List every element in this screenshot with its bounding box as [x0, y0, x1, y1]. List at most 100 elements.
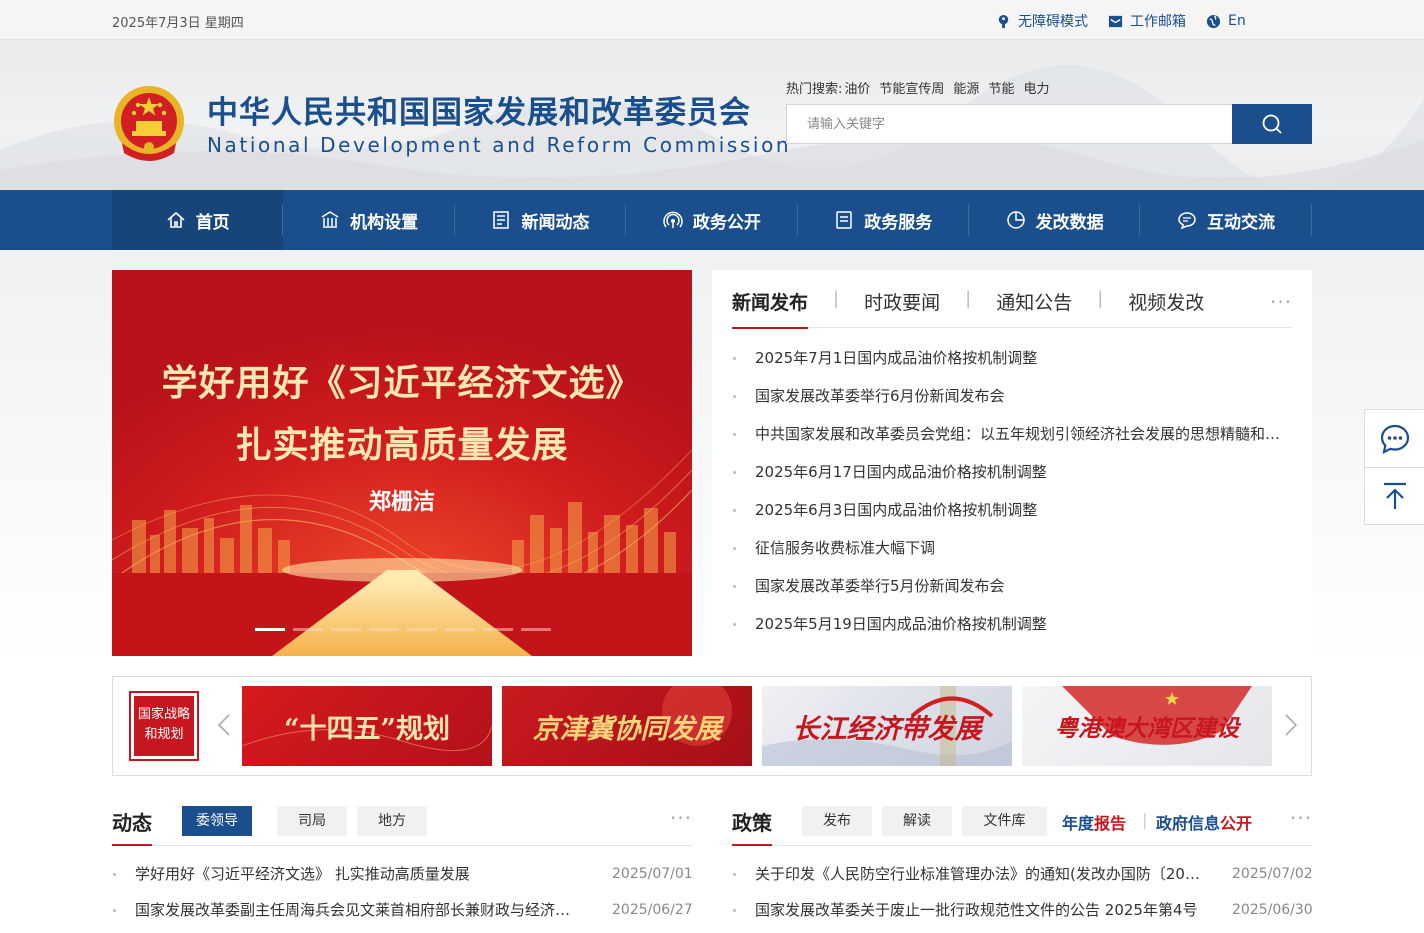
institution-icon: [321, 211, 339, 228]
pill-local[interactable]: 地方: [357, 806, 427, 836]
work-mail-label: 工作邮箱: [1130, 14, 1186, 30]
banner-dot-4[interactable]: [369, 628, 399, 631]
nav-item-news[interactable]: 新闻动态: [455, 190, 627, 250]
hot-term-energy-week[interactable]: 节能宣传周: [879, 78, 944, 97]
dynamics-list: 学好用好《习近平经济文选》 扎实推动高质量发展 2025/07/01 国家发展改革…: [112, 858, 693, 930]
chat-icon: [1178, 212, 1196, 230]
main-nav: 首页 机构设置 新闻动态 政务公开 政务服务 发改数据 互动交流: [0, 190, 1424, 250]
pill-releases[interactable]: 发布: [802, 806, 872, 836]
banner-dot-8[interactable]: [521, 628, 551, 631]
list-item-date: 2025/07/01: [612, 866, 693, 882]
news-tabs: 新闻发布 | 时政要闻 | 通知公告 | 视频发改: [732, 288, 1292, 329]
strategy-card-label: 京津冀协同发展: [532, 713, 722, 745]
list-item[interactable]: 国家发展改革委举行5月份新闻发布会: [732, 568, 1292, 606]
pie-chart-icon: [1006, 211, 1025, 229]
current-date: 2025年7月3日 星期四: [112, 16, 244, 31]
accessibility-icon: [998, 14, 1009, 28]
back-to-top-button[interactable]: [1365, 467, 1424, 524]
news-more-link[interactable]: ···: [1270, 290, 1292, 314]
dynamics-section: 动态 委领导 司局 地方 ··· 学好用好《习近平经济文选》 扎实推动高质量发展…: [112, 806, 693, 933]
banner-author: 郑栅洁: [368, 490, 435, 515]
dynamics-more-link[interactable]: ···: [670, 806, 692, 830]
list-item[interactable]: 2025年5月19日国内成品油价格按机制调整: [732, 606, 1292, 644]
banner-dot-6[interactable]: [445, 628, 475, 631]
search-icon: [1262, 114, 1282, 134]
nav-item-home[interactable]: 首页: [112, 190, 284, 250]
top-utility-bar: 2025年7月3日 星期四 无障碍模式 工作邮箱 En: [0, 0, 1424, 40]
pill-document-library[interactable]: 文件库: [962, 806, 1047, 836]
list-item[interactable]: 关于印发《人民防空行业标准管理办法》的通知(发改办国防〔2025〕541号) 20…: [732, 858, 1313, 894]
home-icon: [167, 211, 185, 228]
broadcast-icon: [663, 211, 683, 228]
strategy-card-jingjinji[interactable]: 京津冀协同发展: [502, 686, 752, 766]
pill-interpretations[interactable]: 解读: [882, 806, 952, 836]
hot-term-energy[interactable]: 能源: [953, 78, 979, 97]
search-button[interactable]: [1232, 104, 1312, 144]
floating-toolbar: [1364, 409, 1424, 525]
national-emblem[interactable]: [112, 83, 186, 163]
list-item[interactable]: 2025年6月17日国内成品油价格按机制调整: [732, 454, 1292, 492]
strategy-card-yangtze[interactable]: 长江经济带发展: [762, 686, 1012, 766]
work-mail-link[interactable]: 工作邮箱: [1108, 11, 1186, 31]
banner-pagination: [255, 628, 559, 631]
list-item[interactable]: 2025年6月3日国内成品油价格按机制调整: [732, 492, 1292, 530]
pill-departments[interactable]: 司局: [277, 806, 347, 836]
nav-label: 机构设置: [350, 212, 419, 233]
chevron-left-icon[interactable]: [217, 713, 231, 737]
policy-list: 关于印发《人民防空行业标准管理办法》的通知(发改办国防〔2025〕541号) 20…: [732, 858, 1313, 930]
tab-press-release[interactable]: 新闻发布: [732, 288, 809, 329]
list-item-date: 2025/06/27: [612, 902, 693, 918]
list-item[interactable]: 国家发展改革委副主任周海兵会见文莱首相府部长兼财政与经济部第二部长刘光明2025…: [112, 894, 693, 930]
nav-item-government-affairs[interactable]: 政务公开: [626, 190, 798, 250]
online-chat-button[interactable]: [1365, 410, 1424, 467]
list-item[interactable]: 学好用好《习近平经济文选》 扎实推动高质量发展 2025/07/01: [112, 858, 693, 894]
annual-report-link[interactable]: 年度报告: [1062, 810, 1126, 834]
mail-icon: [1108, 15, 1123, 27]
nav-label: 互动交流: [1207, 212, 1276, 233]
chevron-right-icon[interactable]: [1284, 713, 1298, 737]
nav-item-data[interactable]: 发改数据: [969, 190, 1141, 250]
list-item[interactable]: 2025年7月1日国内成品油价格按机制调整: [732, 340, 1292, 378]
banner-dot-1[interactable]: [255, 628, 285, 631]
search-input[interactable]: [787, 105, 1232, 143]
english-version-link[interactable]: En: [1206, 11, 1246, 31]
seal-line1: 国家战略: [137, 707, 190, 722]
list-item-title: 学好用好《习近平经济文选》 扎实推动高质量发展: [112, 858, 612, 894]
hot-term-energy-saving[interactable]: 节能: [988, 78, 1014, 97]
tab-current-affairs[interactable]: 时政要闻: [864, 288, 940, 328]
nav-item-government-services[interactable]: 政务服务: [798, 190, 969, 250]
service-icon: [836, 211, 852, 229]
banner-dot-2[interactable]: [293, 628, 323, 631]
strategy-card-greater-bay[interactable]: 粤港澳大湾区建设: [1022, 686, 1272, 766]
chat-bubble-icon: [1380, 424, 1409, 454]
pill-commission-leaders[interactable]: 委领导: [182, 806, 252, 836]
hot-search: 热门搜索: 油价 节能宣传周 能源 节能 电力: [786, 78, 1058, 97]
tab-videos[interactable]: 视频发改: [1128, 288, 1204, 328]
hot-term-power[interactable]: 电力: [1023, 78, 1049, 97]
tab-notices[interactable]: 通知公告: [996, 288, 1072, 328]
strategy-card-14th-plan[interactable]: “十四五”规划: [242, 686, 492, 766]
list-item[interactable]: 中共国家发展和改革委员会党组：以五年规划引领经济社会发展的思想精髓和实践要求: [732, 416, 1292, 454]
list-item[interactable]: 国家发展改革委关于废止一批行政规范性文件的公告 2025年第4号 2025/06/…: [732, 894, 1313, 930]
strategy-card-label: 长江经济带发展: [792, 713, 982, 745]
hot-term-oil-price[interactable]: 油价: [844, 78, 870, 97]
hero-banner[interactable]: 学好用好《习近平经济文选》 扎实推动高质量发展 郑栅洁: [112, 270, 692, 656]
search-box: [786, 104, 1312, 144]
list-item[interactable]: 国家发展改革委举行6月份新闻发布会: [732, 378, 1292, 416]
banner-dot-5[interactable]: [407, 628, 437, 631]
site-brand[interactable]: 中华人民共和国国家发展和改革委员会 National Development a…: [207, 94, 791, 158]
policy-more-link[interactable]: ···: [1290, 806, 1312, 830]
banner-dot-7[interactable]: [483, 628, 513, 631]
list-item[interactable]: 征信服务收费标准大幅下调: [732, 530, 1292, 568]
list-item-title: 国家发展改革委关于废止一批行政规范性文件的公告 2025年第4号: [732, 894, 1232, 930]
banner-dot-3[interactable]: [331, 628, 361, 631]
government-info-disclosure-link[interactable]: 政府信息公开: [1156, 810, 1252, 834]
strategy-seal[interactable]: 国家战略 和规划: [129, 691, 199, 761]
list-item-date: 2025/06/30: [1232, 902, 1313, 918]
accessibility-mode-link[interactable]: 无障碍模式: [996, 11, 1088, 31]
nav-item-institutions[interactable]: 机构设置: [283, 190, 455, 250]
nav-item-interaction[interactable]: 互动交流: [1140, 190, 1312, 250]
banner-headline-line1: 学好用好《习近平经济文选》: [161, 362, 643, 404]
strategy-card-label: 粤港澳大湾区建设: [1055, 715, 1239, 742]
national-strategy-strip: 国家战略 和规划 “十四五”规划 京津冀协同发展 长江经济带发展 粤港澳大湾区建…: [112, 676, 1312, 776]
